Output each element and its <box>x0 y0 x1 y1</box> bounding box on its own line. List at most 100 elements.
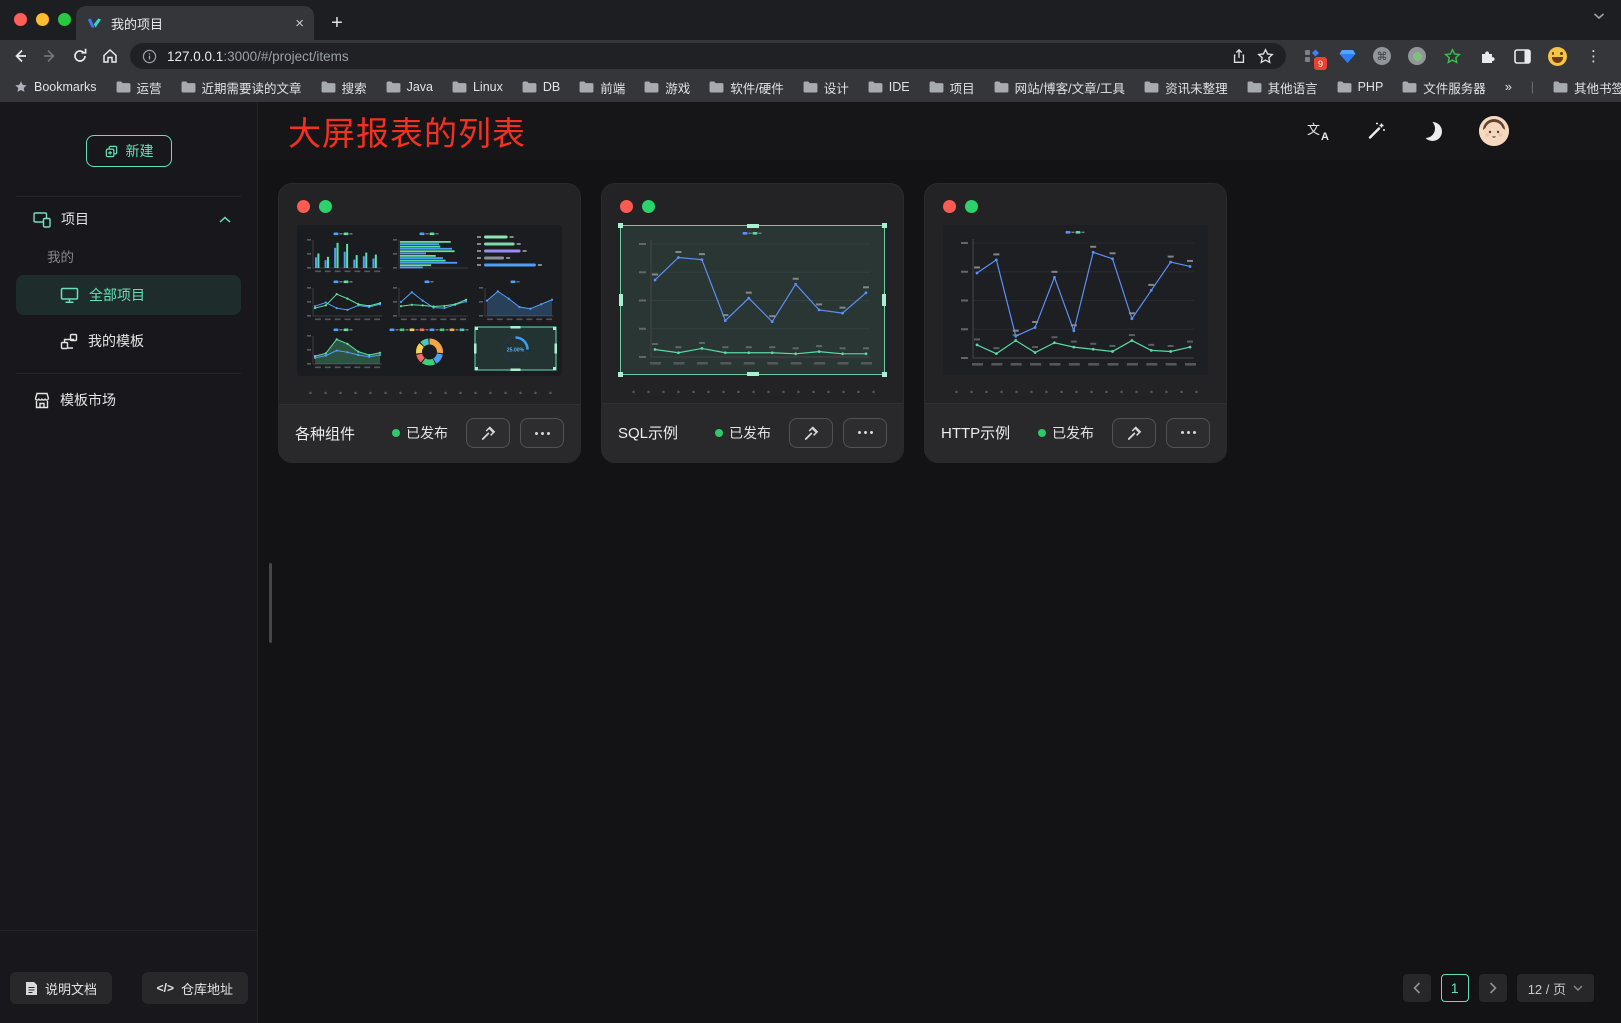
sidebar-item-template-market[interactable]: 模板市场 <box>0 378 257 422</box>
chevron-up-icon[interactable] <box>219 216 231 223</box>
bookmark-folder[interactable]: 搜索 <box>321 78 367 97</box>
language-switch-icon[interactable]: 文A <box>1307 121 1329 141</box>
selected-chart-panel[interactable] <box>620 225 885 375</box>
selection-handle[interactable] <box>618 372 623 377</box>
mini-chart-line <box>302 278 385 323</box>
folder-icon <box>1553 81 1568 93</box>
selection-handle[interactable] <box>882 223 887 228</box>
green-dot-icon <box>965 200 978 213</box>
bookmark-folder[interactable]: IDE <box>868 80 910 94</box>
edit-build-button[interactable] <box>466 418 510 448</box>
selection-handle[interactable] <box>747 224 759 228</box>
selection-handle[interactable] <box>882 294 886 306</box>
prev-page-button[interactable] <box>1403 974 1431 1002</box>
bookmark-label: 运营 <box>137 78 162 97</box>
bookmark-folder[interactable]: 前端 <box>579 78 625 97</box>
project-thumbnail[interactable]: 25.00% <box>297 225 562 376</box>
back-button[interactable] <box>10 47 30 65</box>
side-panel-icon[interactable] <box>1512 46 1532 66</box>
project-card[interactable]: HTTP示例 已发布 <box>924 183 1227 463</box>
sidebar-item-all-projects[interactable]: 全部项目 <box>16 275 241 315</box>
bookmark-folder[interactable]: 近期需要读的文章 <box>181 78 302 97</box>
sidebar-item-my-templates[interactable]: 我的模板 <box>0 321 257 361</box>
bookmark-folder[interactable]: 网站/博客/文章/工具 <box>994 78 1125 97</box>
content-scrollbar-thumb[interactable] <box>269 563 272 643</box>
close-window-button[interactable] <box>14 13 27 26</box>
emoji-extension-icon[interactable] <box>1547 46 1567 66</box>
bookmark-folder[interactable]: 设计 <box>803 78 849 97</box>
sidebar-section-projects[interactable]: 项目 <box>0 197 257 241</box>
user-avatar[interactable] <box>1479 116 1509 146</box>
current-page-button[interactable]: 1 <box>1441 974 1469 1002</box>
bookmark-folder[interactable]: 其他语言 <box>1247 78 1318 97</box>
tab-title: 我的项目 <box>111 14 286 33</box>
bookmarks-overflow-chevron[interactable]: » <box>1505 80 1512 94</box>
command-extension-icon[interactable]: ⌘ <box>1372 46 1392 66</box>
bookmark-star-icon[interactable] <box>1257 48 1274 65</box>
recorder-extension-icon[interactable] <box>1407 46 1427 66</box>
more-button[interactable] <box>520 418 564 448</box>
chart-panel[interactable] <box>943 225 1208 375</box>
tab-close-icon[interactable]: × <box>295 16 304 31</box>
share-icon[interactable] <box>1231 48 1247 65</box>
green-star-extension-icon[interactable] <box>1442 46 1462 66</box>
selection-handle[interactable] <box>618 223 623 228</box>
more-button[interactable] <box>843 418 887 448</box>
bookmark-folder[interactable]: 软件/硬件 <box>709 78 783 97</box>
new-project-button[interactable]: 新建 <box>86 135 172 167</box>
selection-handle[interactable] <box>619 294 623 306</box>
bookmark-folder[interactable]: DB <box>522 80 560 94</box>
docs-button[interactable]: 说明文档 <box>10 972 112 1004</box>
other-bookmarks-folder[interactable]: 其他书签 <box>1553 78 1621 97</box>
home-button[interactable] <box>100 47 120 65</box>
new-tab-button[interactable]: + <box>324 10 350 36</box>
bookmark-folder[interactable]: PHP <box>1337 80 1384 94</box>
project-card[interactable]: 25.00% 各种组件 已发布 <box>278 183 581 463</box>
selection-handle[interactable] <box>882 372 887 377</box>
document-icon <box>25 981 38 996</box>
bookmark-folder[interactable]: 文件服务器 <box>1402 78 1486 97</box>
bookmark-folder[interactable]: 运营 <box>116 78 162 97</box>
bookmark-label: PHP <box>1358 80 1384 94</box>
bookmark-label: 项目 <box>950 78 975 97</box>
browser-menu-icon[interactable]: ⋮ <box>1582 47 1605 65</box>
bookmark-folder[interactable]: 项目 <box>929 78 975 97</box>
bookmark-folder[interactable]: Linux <box>452 80 503 94</box>
other-bookmarks-label: 其他书签 <box>1574 78 1621 97</box>
status-dot-icon <box>392 429 400 437</box>
page-size-select[interactable]: 12 / 页 <box>1517 974 1594 1002</box>
hammer-icon <box>480 425 497 441</box>
edit-build-button[interactable] <box>789 418 833 448</box>
project-name: 各种组件 <box>295 423 382 444</box>
folder-icon <box>579 81 594 93</box>
bookmark-folder[interactable]: 资讯未整理 <box>1144 78 1228 97</box>
url-text[interactable]: 127.0.0.1:3000/#/project/items <box>167 49 1221 64</box>
next-page-button[interactable] <box>1479 974 1507 1002</box>
hammer-icon <box>1126 425 1143 441</box>
reload-button[interactable] <box>70 47 90 65</box>
minimize-window-button[interactable] <box>36 13 49 26</box>
browser-tab[interactable]: 我的项目 × <box>76 6 314 40</box>
project-thumbnail[interactable] <box>943 225 1208 375</box>
selection-handle[interactable] <box>747 372 759 376</box>
tab-search-chevron-icon[interactable] <box>1593 12 1605 20</box>
project-thumbnail[interactable] <box>620 225 885 375</box>
more-button[interactable] <box>1166 418 1210 448</box>
project-card[interactable]: SQL示例 已发布 <box>601 183 904 463</box>
theme-wand-icon[interactable] <box>1366 121 1386 141</box>
page-title: 大屏报表的列表 <box>288 107 526 155</box>
zoom-window-button[interactable] <box>58 13 71 26</box>
site-info-icon[interactable] <box>142 49 157 64</box>
forward-button[interactable] <box>40 47 60 65</box>
repo-button[interactable]: </> 仓库地址 <box>142 972 248 1004</box>
tab-group-extension-icon[interactable]: 9 <box>1302 46 1322 66</box>
gem-extension-icon[interactable] <box>1337 46 1357 66</box>
address-bar[interactable]: 127.0.0.1:3000/#/project/items <box>130 43 1286 69</box>
bookmark-folder[interactable]: 游戏 <box>644 78 690 97</box>
bookmark-folder[interactable]: Java <box>386 80 433 94</box>
extensions-puzzle-icon[interactable] <box>1477 46 1497 66</box>
edit-build-button[interactable] <box>1112 418 1156 448</box>
bookmarks-root[interactable]: Bookmarks <box>14 80 97 94</box>
dark-mode-moon-icon[interactable] <box>1423 122 1442 141</box>
window-controls[interactable] <box>14 13 71 26</box>
